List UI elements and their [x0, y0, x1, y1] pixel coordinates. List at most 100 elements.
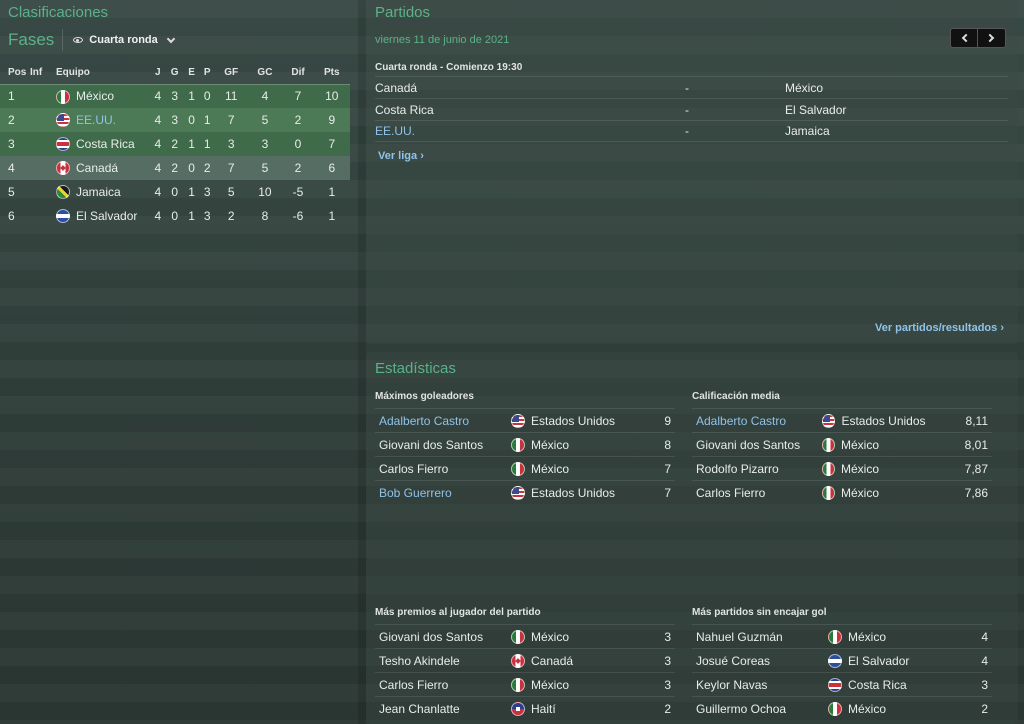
list-item[interactable]: Bob Guerrero Estados Unidos 7 — [375, 480, 675, 504]
cell-gc: 5 — [247, 156, 283, 180]
cell-pts: 9 — [313, 108, 350, 132]
divider — [62, 29, 64, 51]
list-item[interactable]: Carlos Fierro México 7,86 — [692, 480, 992, 504]
player-name[interactable]: Guillermo Ochoa — [692, 702, 828, 716]
player-name[interactable]: Rodolfo Pizarro — [692, 462, 822, 476]
cell-gf: 11 — [214, 84, 248, 108]
cell-pos: 1 — [0, 84, 28, 108]
canada-flag-icon — [56, 161, 70, 176]
mexico-flag-icon — [828, 629, 842, 644]
player-name[interactable]: Jean Chanlatte — [375, 702, 511, 716]
player-name[interactable]: Giovani dos Santos — [692, 438, 822, 452]
col-inf[interactable]: Inf — [28, 62, 56, 85]
table-row[interactable]: 2 EE.UU. 4 3 0 1 7 5 2 9 — [0, 108, 350, 132]
stat-value: 9 — [664, 413, 671, 428]
cell-g: 0 — [171, 185, 179, 199]
table-row[interactable]: 1 México 4 3 1 0 11 4 7 10 — [0, 84, 350, 108]
view-matches-link[interactable]: Ver partidos/resultados › — [875, 322, 1004, 334]
prev-date-button[interactable] — [950, 28, 978, 48]
home-team[interactable]: EE.UU. — [375, 124, 685, 138]
list-item[interactable]: Keylor Navas Costa Rica 3 — [692, 672, 992, 696]
away-team: El Salvador — [785, 102, 847, 117]
col-p[interactable]: P — [199, 62, 215, 85]
cell-j: 4 — [150, 156, 166, 180]
el-salvador-flag-icon — [828, 653, 842, 668]
fixture-row[interactable]: EE.UU. - Jamaica — [375, 120, 1008, 142]
list-item[interactable]: Giovani dos Santos México 8,01 — [692, 432, 992, 456]
player-name[interactable]: Bob Guerrero — [375, 486, 511, 500]
player-name[interactable]: Carlos Fierro — [375, 462, 511, 476]
list-item[interactable]: Nahuel Guzmán México 4 — [692, 624, 992, 648]
cell-pos: 2 — [0, 108, 28, 132]
col-pos[interactable]: Pos — [0, 62, 28, 85]
team-name: Canadá — [76, 160, 119, 175]
table-row[interactable]: 6 El Salvador 4 0 1 3 2 8 -6 1 — [0, 204, 350, 228]
view-league-link[interactable]: Ver liga › — [378, 150, 424, 162]
cell-g: 3 — [165, 84, 184, 108]
player-country: México — [531, 461, 570, 476]
cell-team[interactable]: Canadá — [56, 156, 150, 180]
chevron-left-icon — [961, 33, 970, 43]
cell-team[interactable]: El Salvador — [56, 204, 150, 228]
col-j[interactable]: J — [150, 62, 166, 85]
player-name[interactable]: Adalberto Castro — [692, 414, 822, 428]
col-g[interactable]: G — [165, 62, 184, 85]
list-item[interactable]: Tesho Akindele Canadá 3 — [375, 648, 675, 672]
list-item[interactable]: Guillermo Ochoa México 2 — [692, 696, 992, 720]
table-row[interactable]: 4 Canadá 4 2 0 2 7 5 2 6 — [0, 156, 350, 180]
list-item[interactable]: Giovani dos Santos México 3 — [375, 624, 675, 648]
player-name[interactable]: Giovani dos Santos — [375, 630, 511, 644]
cell-team[interactable]: Jamaica — [56, 180, 150, 204]
fixture-row[interactable]: Canadá - México — [375, 76, 1008, 98]
player-name[interactable]: Carlos Fierro — [692, 486, 822, 500]
standings-header-row: Pos Inf Equipo J G E P GF GC Dif Pts — [0, 62, 350, 85]
cell-p: 0 — [199, 84, 215, 108]
stat-value: 7 — [664, 461, 671, 476]
table-row[interactable]: 5 Jamaica 4 0 1 3 5 10 -5 1 — [0, 180, 350, 204]
player-name[interactable]: Keylor Navas — [692, 678, 828, 692]
stat-value: 8 — [664, 437, 671, 452]
stat-value: 7,87 — [964, 461, 988, 476]
col-e[interactable]: E — [183, 62, 200, 85]
player-country: México — [840, 461, 879, 476]
cell-team[interactable]: Costa Rica — [56, 132, 150, 156]
cell-team[interactable]: EE.UU. — [56, 108, 150, 132]
list-item[interactable]: Carlos Fierro México 3 — [375, 672, 675, 696]
table-row[interactable]: 3 Costa Rica 4 2 1 1 3 3 0 7 — [0, 132, 350, 156]
list-item[interactable]: Jean Chanlatte Haití 2 — [375, 696, 675, 720]
col-gc[interactable]: GC — [247, 62, 283, 85]
player-name[interactable]: Adalberto Castro — [375, 414, 511, 428]
cell-team[interactable]: México — [56, 84, 150, 108]
col-team[interactable]: Equipo — [56, 62, 150, 85]
col-pts[interactable]: Pts — [313, 62, 350, 85]
fixture-row[interactable]: Costa Rica - El Salvador — [375, 98, 1008, 120]
cell-dif: -5 — [292, 185, 304, 199]
list-item[interactable]: Rodolfo Pizarro México 7,87 — [692, 456, 992, 480]
player-name[interactable]: Carlos Fierro — [375, 678, 511, 692]
cell-pts: 10 — [313, 84, 350, 108]
mexico-flag-icon — [56, 89, 70, 104]
list-item[interactable]: Adalberto Castro Estados Unidos 8,11 — [692, 408, 992, 432]
player-name[interactable]: Tesho Akindele — [375, 654, 511, 668]
list-item[interactable]: Josué Coreas El Salvador 4 — [692, 648, 992, 672]
cell-p: 2 — [199, 156, 215, 180]
canada-flag-icon — [511, 653, 525, 668]
col-gf[interactable]: GF — [214, 62, 248, 85]
mexico-flag-icon — [511, 629, 525, 644]
col-dif[interactable]: Dif — [282, 62, 314, 85]
player-name[interactable]: Nahuel Guzmán — [692, 630, 828, 644]
fases-dropdown[interactable]: Cuarta ronda — [73, 34, 176, 46]
list-item[interactable]: Carlos Fierro México 7 — [375, 456, 675, 480]
cell-gc: 10 — [258, 185, 272, 199]
home-team: Costa Rica — [375, 102, 434, 117]
player-name[interactable]: Josué Coreas — [692, 654, 828, 668]
standings-title: Clasificaciones — [8, 4, 109, 21]
next-date-button[interactable] — [978, 28, 1006, 48]
cell-g: 0 — [171, 209, 179, 223]
list-item[interactable]: Giovani dos Santos México 8 — [375, 432, 675, 456]
player-name[interactable]: Giovani dos Santos — [375, 438, 511, 452]
cell-gc: 3 — [247, 132, 283, 156]
player-country: México — [531, 677, 570, 692]
list-item[interactable]: Adalberto Castro Estados Unidos 9 — [375, 408, 675, 432]
cell-j: 4 — [150, 108, 166, 132]
